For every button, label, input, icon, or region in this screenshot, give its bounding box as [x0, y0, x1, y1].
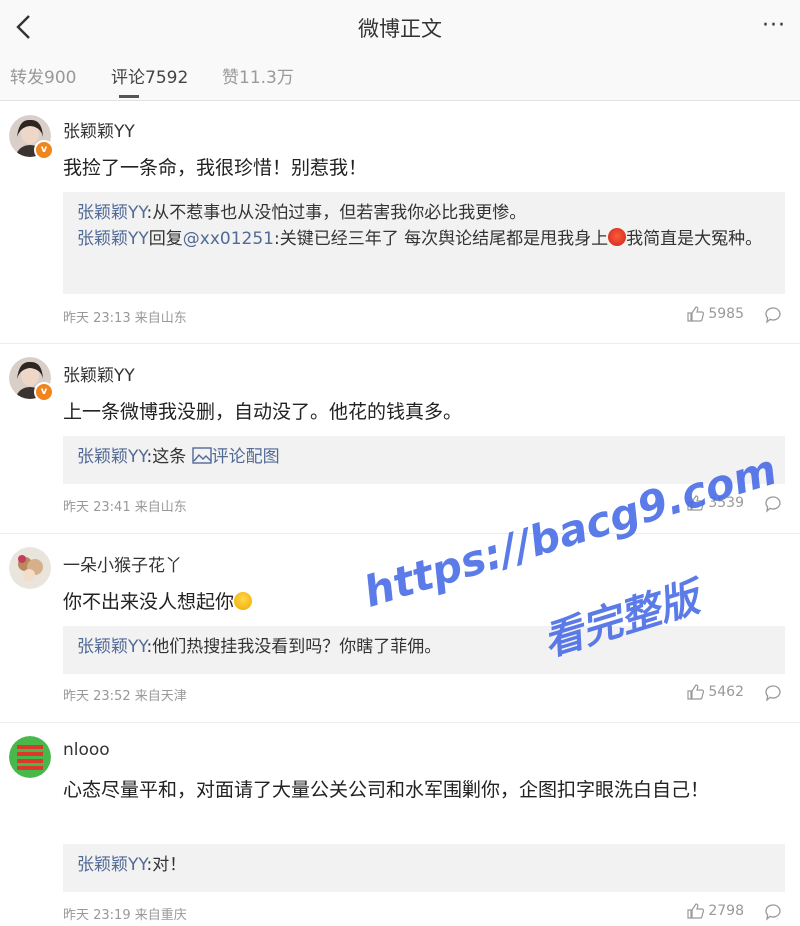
like-button[interactable]: 5985 [687, 306, 744, 322]
reply-text: :从不惹事也从没怕过事，但若害我你必比我更惨。 [146, 203, 527, 223]
mention-link[interactable]: @xx01251 [183, 229, 274, 249]
tab-comments[interactable]: 评论7592 [111, 63, 188, 88]
thumbs-up-icon [687, 684, 705, 700]
comment-meta: 昨天 23:13 来自山东 [63, 311, 187, 326]
reply-comment-icon[interactable] [764, 684, 782, 702]
comment-text-body: 你不出来没人想起你 [63, 591, 235, 613]
reply-text: :他们热搜挂我没看到吗？你瞎了菲佣。 [146, 637, 442, 657]
reply-box[interactable]: 张颖颖YY:他们热搜挂我没看到吗？你瞎了菲佣。 [63, 626, 785, 674]
comment-text: 你不出来没人想起你 [63, 585, 783, 619]
image-icon [191, 447, 212, 464]
avatar[interactable]: v [9, 357, 54, 402]
comment-meta: 昨天 23:19 来自重庆 [63, 908, 187, 923]
thumbs-up-icon [687, 306, 705, 322]
avatar[interactable]: v [9, 115, 54, 160]
reply-username[interactable]: 张颖颖YY [77, 203, 147, 223]
username[interactable]: 张颖颖YY [63, 117, 135, 142]
comment-item: nlooo 心态尽量平和，对面请了大量公关公司和水军围剿你，企图扣字眼洗白自己！… [0, 722, 800, 926]
tab-likes[interactable]: 赞11.3万 [222, 63, 294, 88]
comment-image-link[interactable]: 评论配图 [191, 447, 280, 467]
angry-emoji-icon [608, 228, 627, 246]
comment-item: 一朵小猴子花丫 你不出来没人想起你 张颖颖YY:他们热搜挂我没看到吗？你瞎了菲佣… [0, 533, 800, 723]
like-button[interactable]: 3539 [687, 495, 744, 511]
thumbs-up-icon [687, 903, 705, 919]
user-avatar-image [9, 736, 51, 778]
comment-meta: 昨天 23:52 来自天津 [63, 689, 187, 704]
avatar[interactable] [9, 736, 51, 778]
active-tab-indicator [119, 95, 139, 98]
reply-box[interactable]: 张颖颖YY:这条 评论配图 [63, 436, 785, 484]
reply-text-continued: 我简直是大冤种。 [626, 229, 763, 249]
reply-username[interactable]: 张颖颖YY [77, 855, 147, 875]
comment-meta: 昨天 23:41 来自山东 [63, 500, 187, 515]
like-count: 5462 [708, 684, 744, 700]
comment-item: v 张颖颖YY 我捡了一条命，我很珍惜！别惹我！ 张颖颖YY:从不惹事也从没怕过… [0, 101, 800, 344]
reply-box[interactable]: 张颖颖YY:从不惹事也从没怕过事，但若害我你必比我更惨。 张颖颖YY回复@xx0… [63, 192, 785, 294]
verified-badge-icon: v [34, 382, 54, 402]
avatar[interactable] [9, 547, 51, 589]
username[interactable]: nlooo [63, 740, 110, 760]
reply-text: :这条 [146, 447, 192, 467]
like-count: 5985 [708, 306, 744, 322]
like-button[interactable]: 5462 [687, 684, 744, 700]
reply-text: :对！ [146, 855, 187, 875]
reply-username[interactable]: 张颖颖YY [77, 637, 147, 657]
reply-box[interactable]: 张颖颖YY:对！ [63, 844, 785, 892]
username[interactable]: 一朵小猴子花丫 [63, 551, 182, 576]
more-options-icon[interactable]: ··· [762, 13, 786, 38]
page-title: 微博正文 [358, 17, 442, 41]
comment-item: v 张颖颖YY 上一条微博我没删，自动没了。他花的钱真多。 张颖颖YY:这条 评… [0, 343, 800, 534]
reply-comment-icon[interactable] [764, 495, 782, 513]
reply-text: :关键已经三年了 每次舆论结尾都是甩我身上 [273, 229, 609, 249]
verified-badge-icon: v [34, 140, 54, 160]
top-bar: 微博正文 ··· [0, 0, 800, 56]
user-avatar-image [9, 547, 51, 589]
like-count: 2798 [708, 903, 744, 919]
tab-bar: 转发900 评论7592 赞11.3万 [0, 56, 800, 101]
comment-text: 心态尽量平和，对面请了大量公关公司和水军围剿你，企图扣字眼洗白自己！ [63, 779, 710, 801]
thumbs-up-icon [687, 495, 705, 511]
comment-text: 上一条微博我没删，自动没了。他花的钱真多。 [63, 401, 463, 423]
tab-reposts[interactable]: 转发900 [10, 63, 76, 88]
comment-image-label: 评论配图 [211, 447, 280, 467]
reply-comment-icon[interactable] [764, 306, 782, 324]
crying-laughing-emoji-icon [234, 592, 253, 610]
like-count: 3539 [708, 495, 744, 511]
username[interactable]: 张颖颖YY [63, 361, 135, 386]
reply-username[interactable]: 张颖颖YY [77, 229, 149, 249]
reply-username[interactable]: 张颖颖YY [77, 447, 147, 467]
comment-text: 我捡了一条命，我很珍惜！别惹我！ [63, 157, 368, 179]
like-button[interactable]: 2798 [687, 903, 744, 919]
reply-label: 回复 [148, 229, 183, 249]
reply-comment-icon[interactable] [764, 903, 782, 921]
